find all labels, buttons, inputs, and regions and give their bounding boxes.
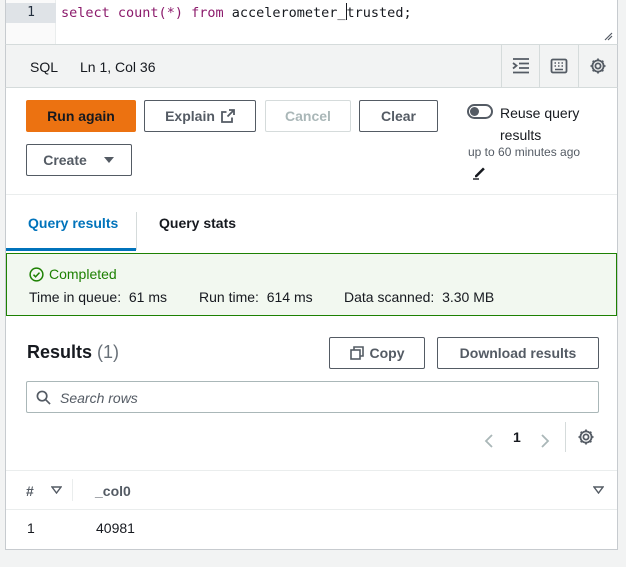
code-function: count(*): [117, 5, 183, 21]
time-in-queue-value: 61 ms: [128, 289, 167, 305]
create-label: Create: [43, 152, 87, 168]
reuse-query-toggle[interactable]: [467, 104, 493, 119]
column-header-col0[interactable]: _col0: [95, 483, 131, 499]
data-scanned-value: 3.30 MB: [442, 289, 495, 305]
create-dropdown-button[interactable]: Create: [26, 144, 132, 176]
query-status-box: Completed Time in queue: 61 ms Run time:…: [6, 253, 617, 316]
data-scanned-label: Data scanned:: [344, 289, 435, 305]
settings-icon[interactable]: [578, 45, 616, 87]
page-number[interactable]: 1: [513, 429, 521, 451]
language-label: SQL: [30, 59, 59, 75]
check-circle-icon: [29, 266, 44, 282]
copy-label: Copy: [369, 345, 405, 361]
sql-code-line[interactable]: select count(*) from accelerometer_trust…: [61, 3, 412, 23]
pager-divider: [565, 422, 566, 452]
code-keyword: select: [61, 5, 110, 21]
run-time-value: 614 ms: [266, 289, 313, 305]
run-again-label: Run again: [47, 108, 115, 124]
sort-caret-icon[interactable]: [593, 486, 604, 494]
edit-icon[interactable]: [472, 164, 488, 180]
status-completed: Completed: [29, 266, 117, 282]
search-placeholder: Search rows: [60, 390, 138, 406]
query-panel: Run again Explain Cancel Clear Create Re…: [5, 88, 618, 550]
run-time-label: Run time:: [199, 289, 259, 305]
sort-caret-icon[interactable]: [51, 486, 62, 494]
explain-label: Explain: [165, 108, 215, 124]
download-results-button[interactable]: Download results: [437, 337, 599, 369]
line-number: 1: [6, 3, 56, 23]
format-icon[interactable]: [501, 45, 539, 87]
explain-button[interactable]: Explain: [144, 100, 256, 132]
sql-editor[interactable]: 1 select count(*) from accelerometer_tru…: [5, 0, 618, 44]
results-count: (1): [97, 342, 120, 362]
cancel-label: Cancel: [285, 108, 331, 124]
code-keyword: from: [191, 5, 224, 21]
cell-index: 1: [27, 520, 35, 536]
caret-down-icon: [103, 157, 114, 163]
reuse-query-subtext: up to 60 minutes ago: [468, 145, 581, 159]
cancel-button[interactable]: Cancel: [265, 100, 351, 132]
download-results-label: Download results: [459, 345, 577, 361]
run-time: Run time: 614 ms: [199, 289, 313, 305]
keyboard-icon[interactable]: [539, 45, 577, 87]
toggle-knob: [470, 107, 479, 116]
table-settings-icon[interactable]: [577, 428, 595, 446]
status-text: Completed: [49, 266, 117, 282]
editor-status-bar: SQL Ln 1, Col 36: [5, 44, 618, 88]
table-header: # _col0: [6, 470, 617, 510]
active-tab-indicator: [6, 248, 136, 251]
column-divider: [72, 479, 73, 501]
chevron-left-icon[interactable]: [484, 430, 494, 452]
code-table-name: accelerometer_: [231, 5, 346, 21]
column-header-index: #: [26, 483, 34, 499]
results-title: Results: [27, 342, 93, 362]
clear-button[interactable]: Clear: [359, 100, 438, 132]
resize-grip-icon[interactable]: [603, 31, 613, 41]
run-again-button[interactable]: Run again: [26, 100, 136, 132]
copy-button[interactable]: Copy: [329, 337, 425, 369]
data-scanned: Data scanned: 3.30 MB: [344, 289, 494, 305]
chevron-right-icon[interactable]: [540, 430, 550, 452]
tab-query-stats[interactable]: Query stats: [159, 194, 236, 252]
copy-icon: [349, 346, 364, 360]
external-link-icon: [220, 109, 235, 123]
time-in-queue-label: Time in queue:: [29, 289, 122, 305]
time-in-queue: Time in queue: 61 ms: [29, 289, 167, 305]
results-heading: Results (1): [27, 342, 119, 363]
tab-query-results[interactable]: Query results: [28, 194, 118, 252]
code-table-name-rest: trusted;: [346, 5, 412, 21]
search-icon: [36, 390, 51, 405]
tab-separator: [136, 212, 137, 250]
cell-col0: 40981: [96, 520, 135, 536]
cursor-position: Ln 1, Col 36: [80, 59, 156, 75]
search-rows-input[interactable]: Search rows: [26, 381, 599, 413]
clear-label: Clear: [380, 108, 417, 124]
reuse-query-label: Reuse query results: [500, 105, 580, 143]
